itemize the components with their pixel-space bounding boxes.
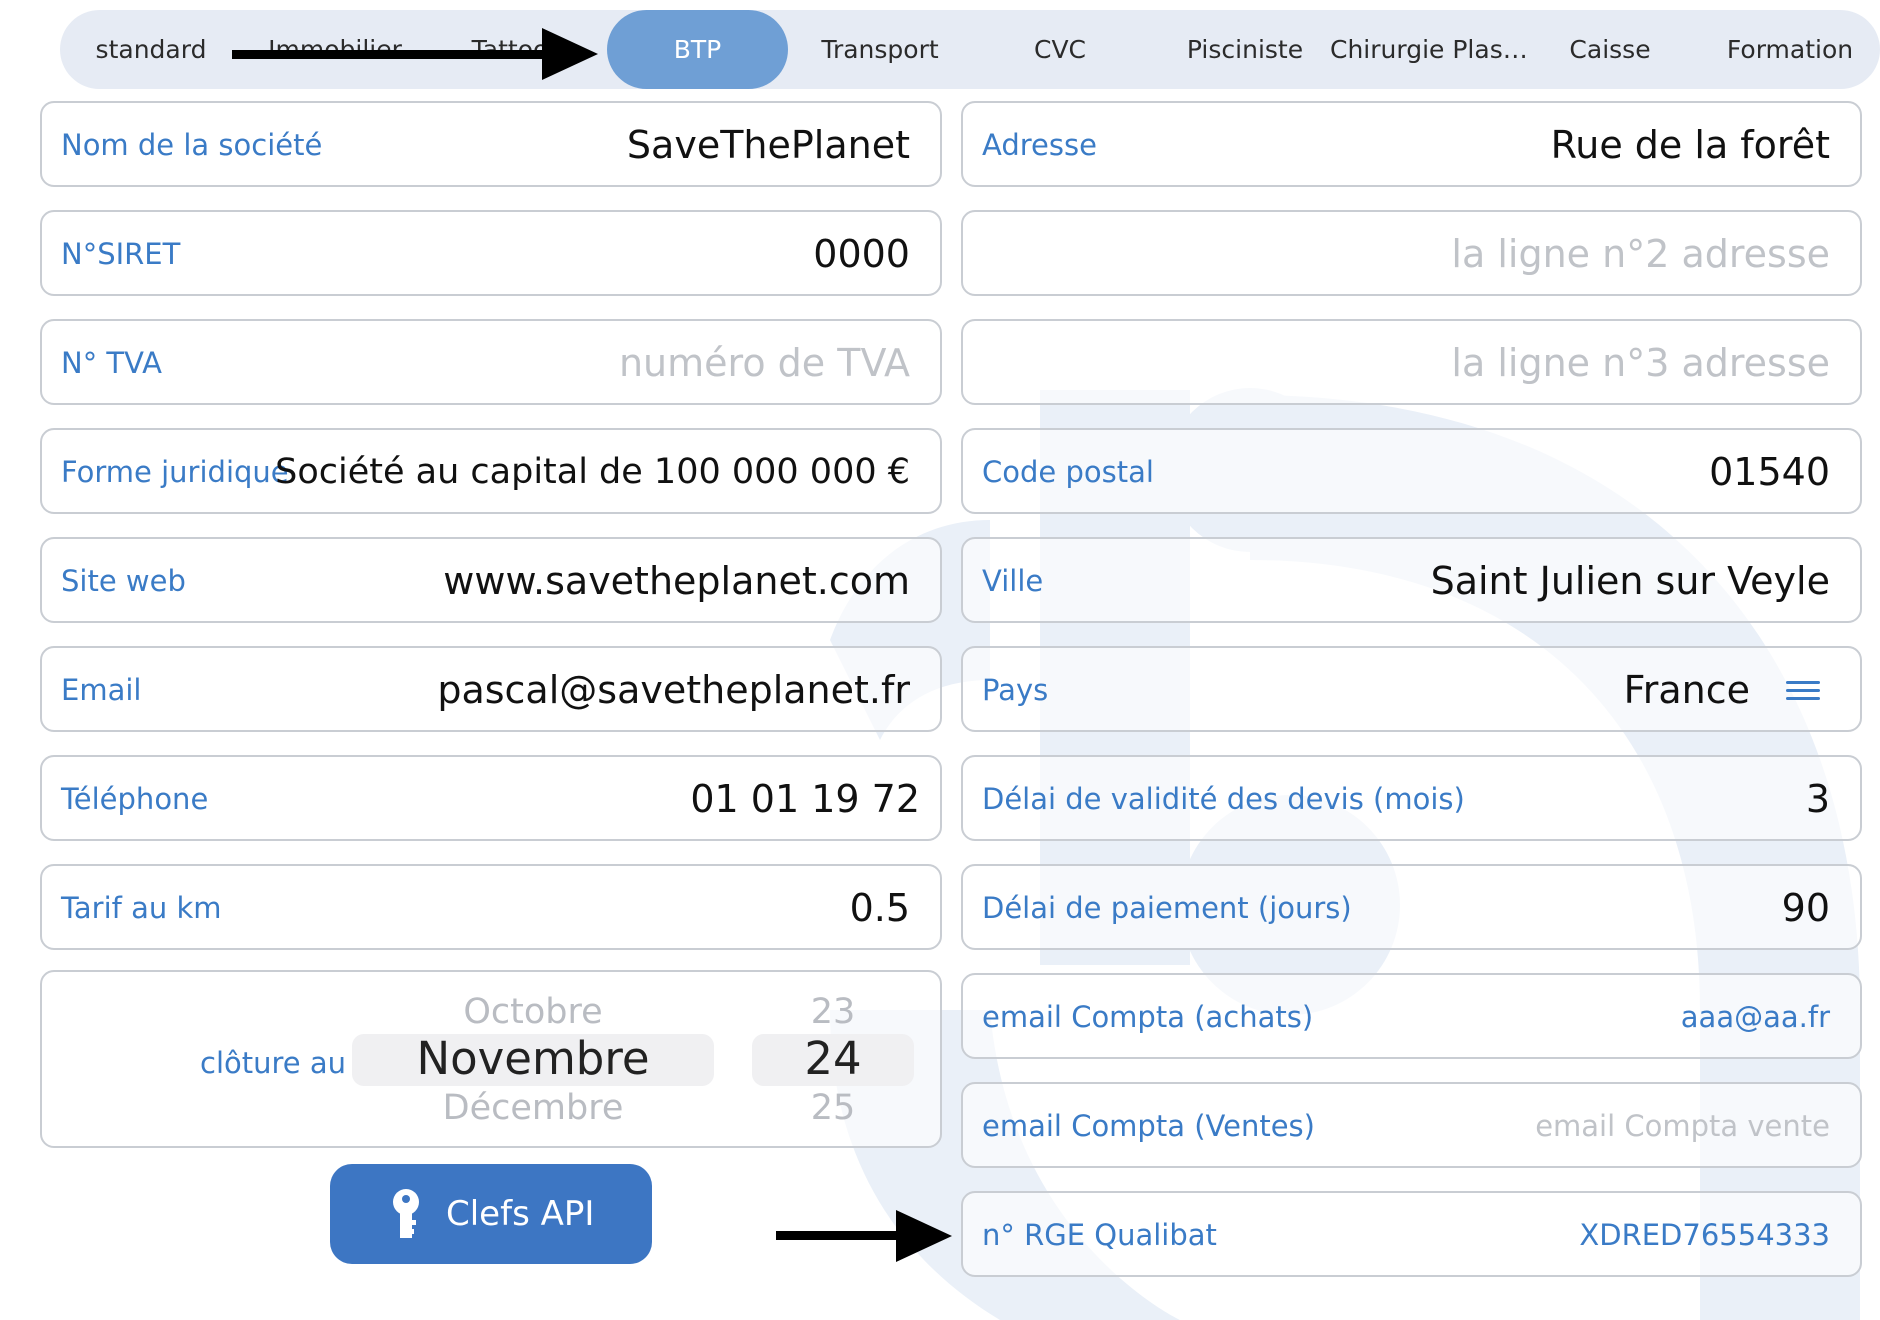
field-label: Email	[61, 673, 142, 707]
tva-field[interactable]: N° TVA numéro de TVA	[40, 319, 942, 405]
day-wheel-current[interactable]: 24	[752, 1032, 914, 1085]
city-value[interactable]: Saint Julien sur Veyle	[1431, 539, 1830, 623]
accounting-email-purchases-field[interactable]: email Compta (achats) aaa@aa.fr	[961, 973, 1862, 1059]
api-keys-button[interactable]: Clefs API	[330, 1164, 652, 1264]
rge-qualibat-value[interactable]: XDRED76554333	[1579, 1193, 1830, 1277]
tab-transport[interactable]: Transport	[800, 10, 960, 89]
field-label: Délai de validité des devis (mois)	[982, 782, 1465, 816]
field-label: email Compta (Ventes)	[982, 1109, 1315, 1143]
api-keys-label: Clefs API	[446, 1194, 595, 1234]
rge-qualibat-field[interactable]: n° RGE Qualibat XDRED76554333	[961, 1191, 1862, 1277]
address-line2-placeholder[interactable]: la ligne n°2 adresse	[1451, 212, 1830, 296]
arrow-right-icon	[776, 1210, 952, 1262]
arrow-right-icon	[232, 28, 598, 80]
accounting-email-sales-placeholder[interactable]: email Compta vente	[1535, 1084, 1830, 1168]
website-value[interactable]: www.savetheplanet.com	[443, 539, 910, 623]
km-rate-field[interactable]: Tarif au km 0.5	[40, 864, 942, 950]
postal-code-field[interactable]: Code postal 01540	[961, 428, 1862, 514]
tab-caisse[interactable]: Caisse	[1535, 10, 1685, 89]
tva-placeholder[interactable]: numéro de TVA	[619, 321, 910, 405]
field-label: n° RGE Qualibat	[982, 1218, 1217, 1252]
tab-chirurgie-plastique[interactable]: Chirurgie Plas…	[1330, 10, 1528, 89]
address-line2-field[interactable]: la ligne n°2 adresse	[961, 210, 1862, 296]
phone-value[interactable]: 01 01 19 72	[690, 757, 920, 841]
postal-code-value[interactable]: 01540	[1709, 430, 1830, 514]
email-value[interactable]: pascal@savetheplanet.fr	[437, 648, 910, 732]
field-label: Tarif au km	[61, 891, 222, 925]
key-icon	[393, 1189, 419, 1238]
month-wheel-current[interactable]: Novembre	[352, 1032, 714, 1085]
field-label: Code postal	[982, 455, 1154, 489]
quote-validity-field[interactable]: Délai de validité des devis (mois) 3	[961, 755, 1862, 841]
payment-delay-value[interactable]: 90	[1782, 866, 1830, 950]
day-wheel-prev[interactable]: 23	[752, 992, 914, 1032]
company-name-field[interactable]: Nom de la société SaveThePlanet	[40, 101, 942, 187]
field-label: Adresse	[982, 128, 1097, 162]
field-label: Ville	[982, 564, 1044, 598]
accounting-email-sales-field[interactable]: email Compta (Ventes) email Compta vente	[961, 1082, 1862, 1168]
website-field[interactable]: Site web www.savetheplanet.com	[40, 537, 942, 623]
tab-cvc[interactable]: CVC	[985, 10, 1135, 89]
tab-btp[interactable]: BTP	[607, 10, 788, 89]
closing-date-picker[interactable]: clôture au Octobre Novembre Décembre 23 …	[40, 970, 942, 1148]
field-label: Forme juridique	[61, 455, 289, 489]
day-wheel-next[interactable]: 25	[752, 1088, 914, 1128]
address-line3-placeholder[interactable]: la ligne n°3 adresse	[1451, 321, 1830, 405]
field-label: Nom de la société	[61, 128, 323, 162]
country-value[interactable]: France	[1624, 648, 1750, 732]
month-wheel-next[interactable]: Décembre	[352, 1088, 714, 1128]
quote-validity-value[interactable]: 3	[1806, 757, 1830, 841]
field-label: Site web	[61, 564, 186, 598]
accounting-email-purchases-value[interactable]: aaa@aa.fr	[1681, 975, 1830, 1059]
tab-standard[interactable]: standard	[80, 10, 222, 89]
address-value[interactable]: Rue de la forêt	[1551, 103, 1830, 187]
legal-form-field[interactable]: Forme juridique Société au capital de 10…	[40, 428, 942, 514]
hamburger-menu-icon[interactable]	[1786, 681, 1820, 701]
field-label: N° TVA	[61, 346, 162, 380]
field-label: Téléphone	[61, 782, 209, 816]
address-field[interactable]: Adresse Rue de la forêt	[961, 101, 1862, 187]
field-label: Pays	[982, 673, 1049, 707]
tab-pisciniste[interactable]: Pisciniste	[1165, 10, 1325, 89]
field-label: N°SIRET	[61, 237, 181, 271]
payment-delay-field[interactable]: Délai de paiement (jours) 90	[961, 864, 1862, 950]
tab-formation[interactable]: Formation	[1715, 10, 1865, 89]
km-rate-value[interactable]: 0.5	[850, 866, 910, 950]
company-name-value[interactable]: SaveThePlanet	[627, 103, 910, 187]
field-label: Délai de paiement (jours)	[982, 891, 1352, 925]
month-wheel-prev[interactable]: Octobre	[352, 992, 714, 1032]
field-label: email Compta (achats)	[982, 1000, 1314, 1034]
address-line3-field[interactable]: la ligne n°3 adresse	[961, 319, 1862, 405]
siret-field[interactable]: N°SIRET 0000	[40, 210, 942, 296]
closing-date-label: clôture au	[200, 1046, 346, 1080]
country-field[interactable]: Pays France	[961, 646, 1862, 732]
siret-value[interactable]: 0000	[813, 212, 910, 296]
email-field[interactable]: Email pascal@savetheplanet.fr	[40, 646, 942, 732]
phone-field[interactable]: Téléphone 01 01 19 72	[40, 755, 942, 841]
city-field[interactable]: Ville Saint Julien sur Veyle	[961, 537, 1862, 623]
legal-form-value[interactable]: Société au capital de 100 000 000 €	[275, 430, 910, 514]
